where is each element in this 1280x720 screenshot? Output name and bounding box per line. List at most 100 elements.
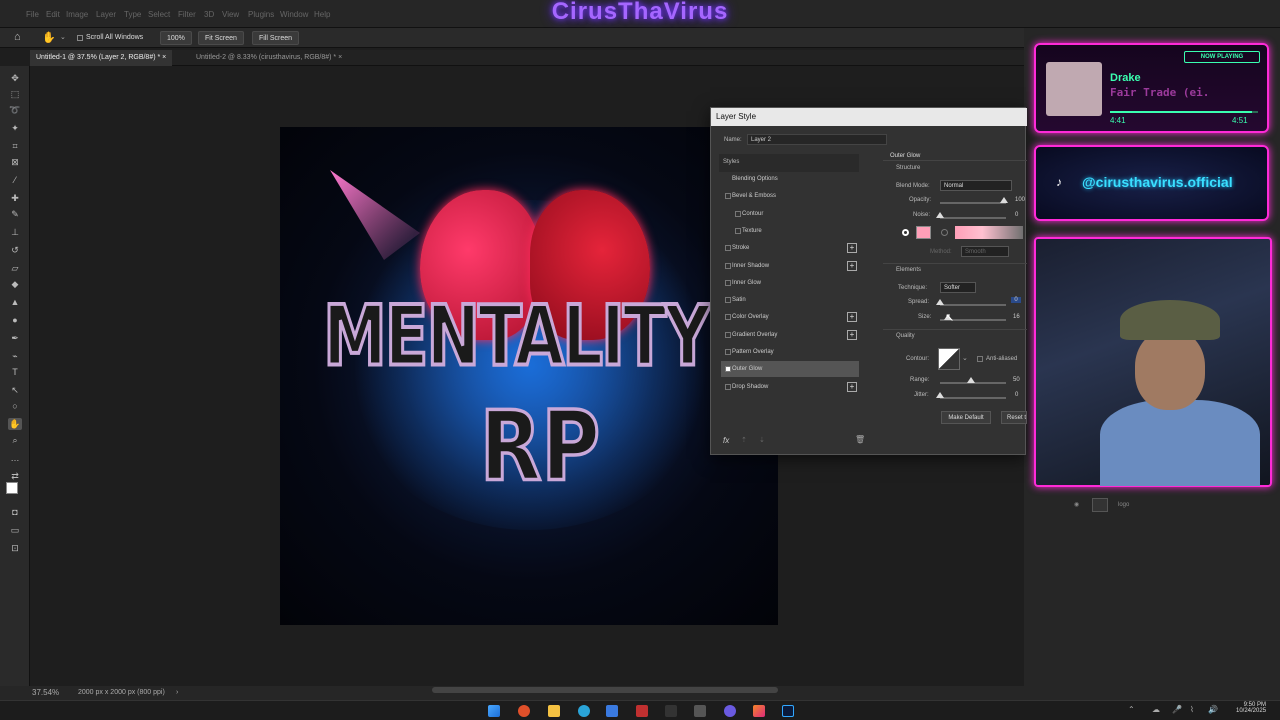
move-tool-icon[interactable]: ✥ — [8, 72, 22, 84]
scroll-all-checkbox[interactable] — [77, 35, 83, 41]
menu-layer[interactable]: Layer — [96, 10, 116, 19]
brush-tool-icon[interactable]: ✎ — [8, 208, 22, 220]
style-row[interactable]: Gradient Overlay + — [721, 327, 859, 343]
path-selection-icon[interactable]: ↖ — [8, 384, 22, 396]
windows-start-icon[interactable] — [488, 705, 500, 717]
trash-icon[interactable]: 🗑 — [855, 435, 865, 444]
style-checkbox[interactable] — [735, 227, 741, 234]
spread-slider[interactable] — [940, 304, 1006, 306]
menu-3d[interactable]: 3D — [204, 10, 214, 19]
dodge-tool-icon[interactable]: ● — [8, 314, 22, 326]
wifi-icon[interactable]: ⌇ — [1190, 705, 1194, 714]
app-icon[interactable] — [665, 705, 677, 717]
type-tool-icon[interactable]: T — [8, 366, 22, 378]
microphone-icon[interactable]: 🎤 — [1172, 705, 1182, 714]
style-row[interactable]: Drop Shadow + — [721, 379, 859, 395]
zoom-tool-icon[interactable]: ⌕ — [8, 434, 22, 446]
gradient-radio[interactable] — [941, 229, 948, 236]
fx-icon[interactable]: fx — [723, 436, 729, 445]
chevron-up-icon[interactable]: ⌃ — [1128, 705, 1135, 714]
path-tool-icon[interactable]: ⌁ — [8, 350, 22, 362]
home-icon[interactable]: ⌂ — [14, 31, 21, 43]
zoom-100-button[interactable]: 100% — [160, 31, 192, 45]
add-style-icon[interactable]: + — [847, 381, 857, 392]
app-icon[interactable] — [694, 705, 706, 717]
style-checkbox[interactable] — [725, 331, 731, 338]
blend-mode-select[interactable]: Normal — [940, 180, 1012, 191]
range-thumb[interactable] — [967, 377, 975, 383]
stamp-tool-icon[interactable]: ⊥ — [8, 226, 22, 238]
layer-row[interactable]: ◉ logo — [1070, 495, 1270, 515]
style-checkbox[interactable] — [725, 193, 731, 200]
method-select[interactable]: Smooth — [961, 246, 1009, 257]
lasso-tool-icon[interactable]: ➰ — [8, 104, 22, 116]
anti-aliased-checkbox[interactable] — [977, 356, 983, 362]
spread-value[interactable]: 0 — [1011, 297, 1021, 303]
menu-type[interactable]: Type — [124, 10, 141, 19]
horizontal-scrollbar[interactable] — [432, 687, 778, 693]
style-checkbox[interactable] — [725, 366, 731, 373]
quick-mask-icon[interactable]: ◘ — [8, 506, 22, 518]
reset-default-button[interactable]: Reset t — [1001, 411, 1027, 424]
frame-tool-icon[interactable]: ⊠ — [8, 156, 22, 168]
store-icon[interactable] — [606, 705, 618, 717]
jitter-slider[interactable] — [940, 397, 1006, 399]
ellipse-tool-icon[interactable]: ○ — [8, 400, 22, 412]
contour-preview[interactable] — [938, 348, 960, 370]
name-field[interactable]: Layer 2 — [747, 134, 887, 145]
glow-color-swatch[interactable] — [916, 226, 931, 239]
noise-value[interactable]: 0 — [1015, 212, 1018, 218]
solid-color-radio[interactable] — [902, 229, 909, 236]
style-checkbox[interactable] — [735, 210, 741, 217]
size-value[interactable]: 16 — [1013, 314, 1020, 320]
eye-icon[interactable]: ◉ — [1074, 495, 1079, 515]
tab-untitled-1[interactable]: Untitled-1 @ 37.5% (Layer 2, RGB/8#) * × — [30, 50, 173, 66]
add-style-icon[interactable]: + — [847, 329, 857, 340]
close-icon[interactable]: × — [338, 54, 342, 61]
style-checkbox[interactable] — [725, 262, 731, 269]
menu-select[interactable]: Select — [148, 10, 170, 19]
add-style-icon[interactable]: + — [847, 260, 857, 271]
menu-view[interactable]: View — [222, 10, 239, 19]
foreground-color-swatch[interactable] — [6, 482, 18, 494]
style-row[interactable]: Satin — [721, 292, 859, 308]
menu-plugins[interactable]: Plugins — [248, 10, 274, 19]
add-style-icon[interactable]: + — [847, 243, 857, 254]
eyedropper-icon[interactable]: ⁄ — [8, 174, 22, 186]
instagram-icon[interactable] — [753, 705, 765, 717]
photoshop-icon[interactable] — [782, 705, 794, 717]
style-row[interactable]: Bevel & Emboss — [721, 188, 859, 204]
technique-select[interactable]: Softer — [940, 282, 976, 293]
cloud-icon[interactable]: ☁ — [1152, 705, 1160, 714]
move-down-icon[interactable]: ⇣ — [759, 436, 765, 444]
style-checkbox[interactable] — [725, 297, 731, 304]
artboard-icon[interactable]: ⊡ — [8, 542, 22, 554]
chevron-down-icon[interactable]: ⌄ — [962, 354, 968, 362]
menu-edit[interactable]: Edit — [46, 10, 60, 19]
opacity-value[interactable]: 100 — [1015, 197, 1025, 203]
zoom-level[interactable]: 37.54% — [32, 686, 59, 700]
glow-gradient-swatch[interactable] — [955, 226, 1023, 239]
discord-icon[interactable] — [724, 705, 736, 717]
tab-untitled-2[interactable]: Untitled-2 @ 8.33% (cirusthavirus, RGB/8… — [190, 50, 348, 66]
eraser-tool-icon[interactable]: ▱ — [8, 262, 22, 274]
brave-icon[interactable] — [518, 705, 530, 717]
style-row[interactable]: Inner Shadow + — [721, 258, 859, 274]
noise-slider[interactable] — [940, 217, 1006, 219]
close-icon[interactable]: × — [162, 54, 166, 61]
chevron-right-icon[interactable]: › — [176, 686, 178, 700]
swap-colors-icon[interactable]: ⇄ — [8, 470, 22, 482]
styles-header[interactable]: Styles — [719, 154, 859, 172]
style-row[interactable]: Color Overlay + — [721, 309, 859, 325]
crop-tool-icon[interactable]: ⌗ — [8, 140, 22, 152]
style-checkbox[interactable] — [725, 279, 731, 286]
style-row[interactable]: Contour — [721, 206, 859, 222]
menu-window[interactable]: Window — [280, 10, 308, 19]
hand-tool-icon[interactable]: ✋ — [42, 31, 56, 44]
menu-help[interactable]: Help — [314, 10, 330, 19]
edge-icon[interactable] — [578, 705, 590, 717]
add-style-icon[interactable]: + — [847, 312, 857, 323]
spread-thumb[interactable] — [936, 299, 944, 305]
paint-bucket-icon[interactable]: ◆ — [8, 278, 22, 290]
style-checkbox[interactable] — [725, 383, 731, 390]
